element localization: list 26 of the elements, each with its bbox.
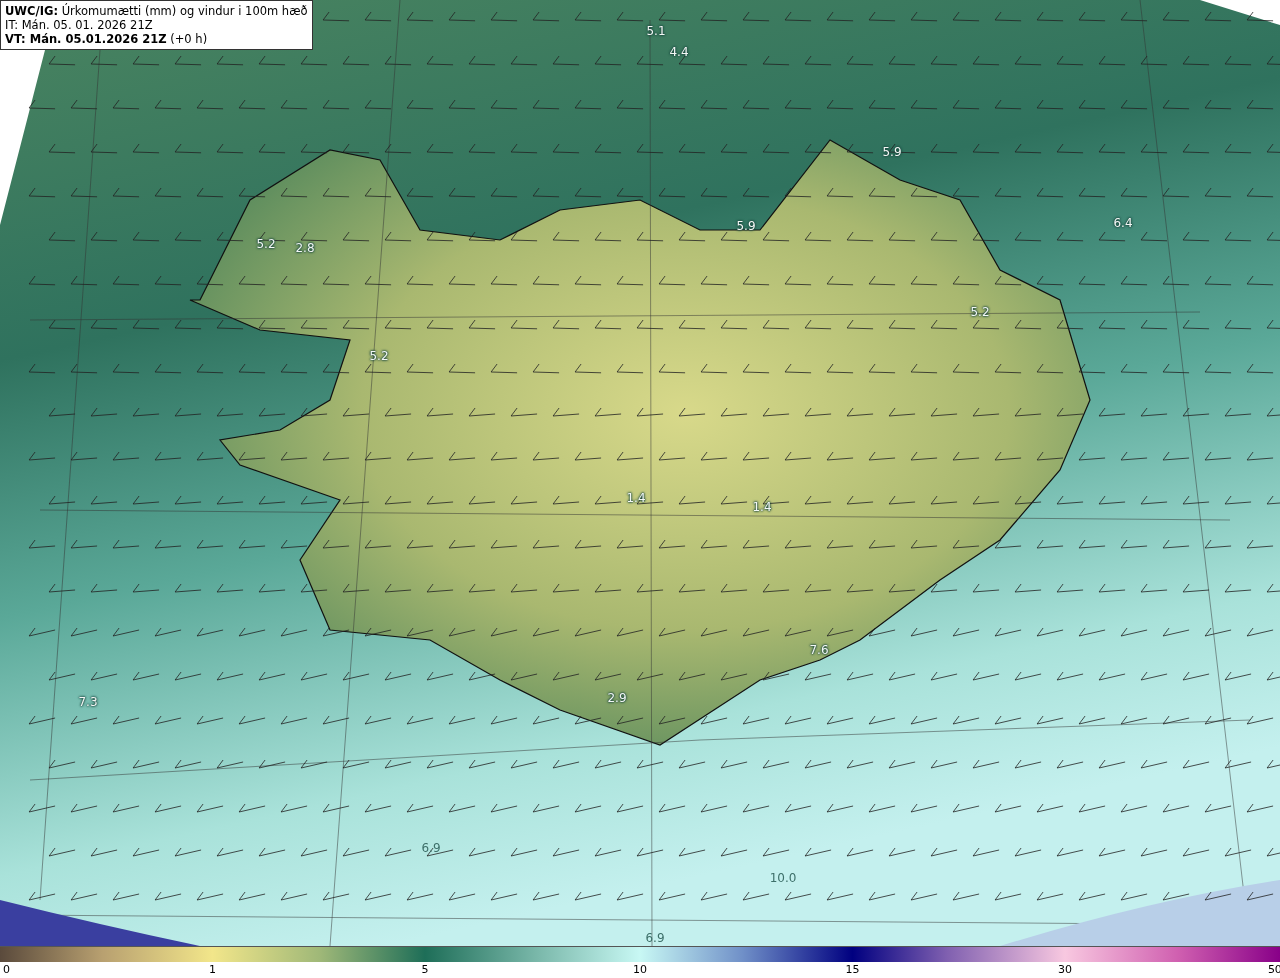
title-line: IT: Mán. 05. 01. 2026 21Z: [5, 18, 154, 32]
title-line: UWC/IG: Úrkomumætti (mm) og vindur i 100m hæð: [5, 4, 308, 18]
value-label: 4.4: [669, 46, 689, 58]
value-label: 6.4: [1113, 217, 1133, 229]
colorbar-tick-label: 15: [845, 963, 860, 976]
value-label: 5.9: [736, 220, 756, 232]
value-label: 7.6: [809, 644, 829, 656]
value-label: 5.9: [882, 146, 902, 158]
value-label: 7.3: [78, 696, 98, 708]
value-label: 10.0: [769, 872, 797, 884]
value-label: 1.4: [752, 501, 772, 513]
colorbar-tick-label: 5: [421, 963, 429, 976]
colorbar-tick-label: 1: [208, 963, 216, 976]
colorbar-tick-label: 10: [633, 963, 647, 976]
value-label: 1.4: [626, 492, 646, 504]
value-label: 5.2: [369, 350, 389, 362]
colorbar-tick-label: 0: [2, 963, 10, 976]
value-label: 6.9: [421, 842, 441, 854]
value-label: 5.2: [970, 306, 990, 318]
title-line: VT: Mán. 05.01.2026 21Z (+0 h): [5, 32, 209, 46]
value-label: 2.9: [607, 692, 627, 704]
value-label: 5.2: [256, 238, 276, 250]
value-label: 6.9: [645, 932, 665, 944]
value-label: 5.1: [646, 25, 666, 37]
value-label: 2.8: [295, 242, 315, 254]
colorbar-tick-label: 30: [1057, 963, 1072, 976]
